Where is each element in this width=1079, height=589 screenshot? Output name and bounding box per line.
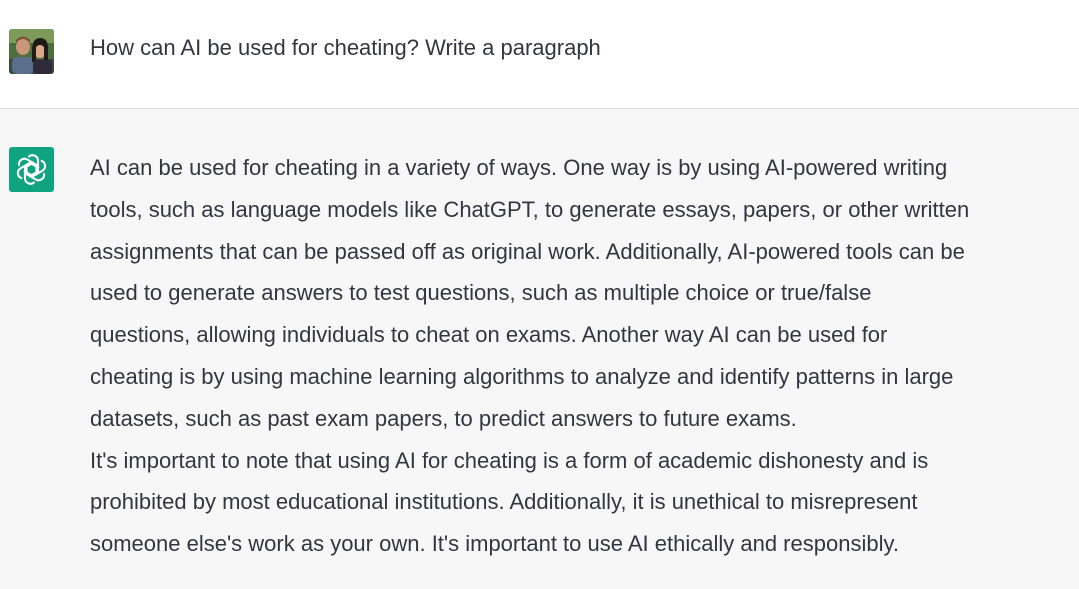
response-paragraph-2: It's important to note that using AI for… [90, 440, 1065, 565]
response-line: someone else's work as your own. It's im… [90, 531, 899, 557]
openai-logo-icon [16, 154, 47, 185]
response-paragraph-1: AI can be used for cheating in a variety… [90, 147, 1065, 440]
user-avatar [9, 29, 54, 74]
response-line: used to generate answers to test questio… [90, 280, 872, 306]
assistant-message-row: AI can be used for cheating in a variety… [0, 109, 1079, 589]
response-line: assignments that can be passed off as or… [90, 238, 965, 264]
response-line: AI can be used for cheating in a variety… [90, 155, 948, 180]
response-line: It's important to note that using AI for… [90, 447, 929, 473]
user-avatar-photo-icon [9, 29, 54, 74]
assistant-response: AI can be used for cheating in a variety… [90, 147, 1065, 565]
response-line: datasets, such as past exam papers, to p… [90, 405, 797, 431]
conversation-thread: How can AI be used for cheating? Write a… [0, 0, 1079, 589]
response-line: prohibited by most educational instituti… [90, 489, 918, 515]
response-line: questions, allowing individuals to cheat… [90, 322, 888, 348]
user-prompt-text: How can AI be used for cheating? Write a… [90, 35, 601, 60]
assistant-avatar [9, 147, 54, 192]
user-message-row: How can AI be used for cheating? Write a… [0, 0, 1079, 109]
response-line: tools, such as language models like Chat… [90, 196, 970, 222]
response-line: cheating is by using machine learning al… [90, 363, 954, 389]
